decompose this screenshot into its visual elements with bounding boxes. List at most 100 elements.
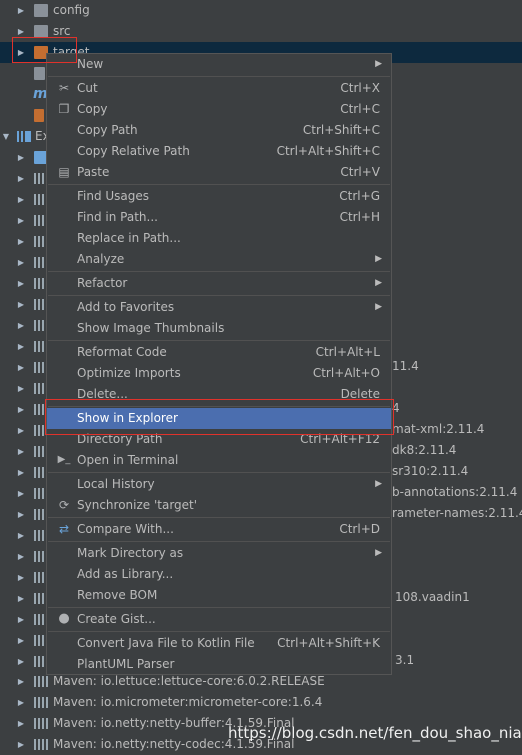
expand-arrow-icon[interactable]: ▶ — [15, 546, 27, 567]
expand-arrow-icon[interactable]: ▶ — [15, 273, 27, 294]
library-name-fragment: 11.4 — [392, 359, 419, 373]
menu-separator — [48, 295, 390, 296]
menu-item-replace-in-path[interactable]: Replace in Path... — [47, 228, 391, 249]
collapse-arrow-icon[interactable]: ▼ — [0, 126, 12, 147]
library-icon — [34, 739, 48, 750]
menu-item-remove-bom[interactable]: Remove BOM — [47, 585, 391, 606]
submenu-arrow-icon: ▶ — [375, 59, 382, 69]
menu-separator — [48, 631, 390, 632]
submenu-arrow-icon: ▶ — [375, 302, 382, 312]
expand-arrow-icon[interactable]: ▶ — [15, 692, 27, 713]
menu-separator — [48, 607, 390, 608]
submenu-arrow-icon: ▶ — [375, 548, 382, 558]
tree-row-maven-lib[interactable]: ▶ Maven: io.micrometer:micrometer-core:1… — [0, 692, 522, 713]
menu-item-show-image-thumbnails[interactable]: Show Image Thumbnails — [47, 318, 391, 339]
menu-item-delete[interactable]: Delete... Delete — [47, 384, 391, 405]
menu-item-add-as-library[interactable]: Add as Library... — [47, 564, 391, 585]
submenu-arrow-icon: ▶ — [375, 278, 382, 288]
menu-item-local-history[interactable]: Local History ▶ — [47, 474, 391, 495]
menu-item-refactor[interactable]: Refactor ▶ — [47, 273, 391, 294]
tree-row-src[interactable]: ▶ src — [0, 21, 522, 42]
menu-item-mark-directory-as[interactable]: Mark Directory as ▶ — [47, 543, 391, 564]
library-name-fragment: mat-xml:2.11.4 — [392, 422, 485, 436]
expand-arrow-icon[interactable]: ▶ — [15, 462, 27, 483]
expand-arrow-icon[interactable]: ▶ — [15, 734, 27, 755]
github-icon: ● — [58, 611, 70, 626]
menu-separator — [48, 340, 390, 341]
library-name-fragment: b-annotations:2.11.4 — [392, 485, 518, 499]
menu-item-paste[interactable]: ▤ Paste Ctrl+V — [47, 162, 391, 183]
menu-item-copy-relative-path[interactable]: Copy Relative Path Ctrl+Alt+Shift+C — [47, 141, 391, 162]
expand-arrow-icon[interactable]: ▶ — [15, 567, 27, 588]
menu-separator — [48, 271, 390, 272]
expand-arrow-icon[interactable]: ▶ — [15, 210, 27, 231]
expand-arrow-icon[interactable]: ▶ — [15, 609, 27, 630]
expand-arrow-icon[interactable]: ▶ — [15, 399, 27, 420]
expand-arrow-icon[interactable]: ▶ — [15, 651, 27, 672]
expand-arrow-icon[interactable]: ▶ — [15, 630, 27, 651]
menu-item-open-in-terminal[interactable]: ▶_ Open in Terminal — [47, 450, 391, 471]
expand-arrow-icon[interactable]: ▶ — [15, 671, 27, 692]
menu-item-directory-path[interactable]: Directory Path Ctrl+Alt+F12 — [47, 429, 391, 450]
expand-arrow-icon[interactable]: ▶ — [15, 378, 27, 399]
expand-arrow-icon[interactable]: ▶ — [15, 525, 27, 546]
menu-item-copy[interactable]: ❐ Copy Ctrl+C — [47, 99, 391, 120]
menu-item-show-in-explorer[interactable]: Show in Explorer — [47, 408, 391, 429]
expand-arrow-icon[interactable]: ▶ — [15, 504, 27, 525]
expand-arrow-icon[interactable]: ▶ — [15, 315, 27, 336]
menu-item-create-gist[interactable]: ● Create Gist... — [47, 609, 391, 630]
library-name-fragment: 3.1 — [395, 653, 415, 667]
submenu-arrow-icon: ▶ — [375, 479, 382, 489]
expand-arrow-icon[interactable]: ▶ — [15, 252, 27, 273]
sync-icon: ⟳ — [58, 498, 70, 512]
expand-arrow-icon[interactable]: ▶ — [15, 420, 27, 441]
menu-separator — [48, 76, 390, 77]
menu-item-compare-with[interactable]: ⇄ Compare With... Ctrl+D — [47, 519, 391, 540]
terminal-icon: ▶_ — [57, 454, 71, 465]
menu-separator — [48, 517, 390, 518]
folder-icon — [34, 25, 48, 38]
expand-arrow-icon[interactable]: ▶ — [15, 441, 27, 462]
menu-item-plantuml-parser[interactable]: PlantUML Parser — [47, 654, 391, 675]
library-icon — [34, 697, 48, 708]
menu-item-new[interactable]: New ▶ — [47, 54, 391, 75]
expand-arrow-icon[interactable]: ▶ — [15, 294, 27, 315]
package-icon — [34, 109, 44, 122]
libraries-icon — [17, 131, 31, 142]
expand-arrow-icon[interactable]: ▶ — [15, 713, 27, 734]
library-name-fragment: sr310:2.11.4 — [392, 464, 469, 478]
menu-item-add-to-favorites[interactable]: Add to Favorites ▶ — [47, 297, 391, 318]
menu-item-analyze[interactable]: Analyze ▶ — [47, 249, 391, 270]
expand-arrow-icon[interactable]: ▶ — [15, 189, 27, 210]
context-menu: New ▶ ✂ Cut Ctrl+X ❐ Copy Ctrl+C Copy Path Ctr… — [46, 53, 392, 675]
expand-arrow-icon[interactable]: ▶ — [15, 21, 27, 42]
menu-separator — [48, 541, 390, 542]
expand-arrow-icon[interactable]: ▶ — [15, 483, 27, 504]
tree-row-config[interactable]: ▶ config — [0, 0, 522, 21]
file-icon — [34, 67, 45, 80]
copy-icon: ❐ — [58, 102, 70, 116]
expand-arrow-icon[interactable]: ▶ — [15, 231, 27, 252]
menu-item-find-usages[interactable]: Find Usages Ctrl+G — [47, 186, 391, 207]
menu-item-reformat-code[interactable]: Reformat Code Ctrl+Alt+L — [47, 342, 391, 363]
expand-arrow-icon[interactable]: ▶ — [15, 588, 27, 609]
scissors-icon: ✂ — [58, 81, 70, 95]
menu-separator — [48, 184, 390, 185]
expand-arrow-icon[interactable]: ▶ — [15, 357, 27, 378]
menu-item-synchronize[interactable]: ⟳ Synchronize 'target' — [47, 495, 391, 516]
folder-icon — [34, 4, 48, 17]
menu-item-optimize-imports[interactable]: Optimize Imports Ctrl+Alt+O — [47, 363, 391, 384]
menu-item-convert-to-kotlin[interactable]: Convert Java File to Kotlin File Ctrl+Alt… — [47, 633, 391, 654]
expand-arrow-icon[interactable]: ▶ — [15, 168, 27, 189]
menu-item-copy-path[interactable]: Copy Path Ctrl+Shift+C — [47, 120, 391, 141]
menu-item-find-in-path[interactable]: Find in Path... Ctrl+H — [47, 207, 391, 228]
library-name-fragment: rameter-names:2.11.4 — [392, 506, 522, 520]
submenu-arrow-icon: ▶ — [375, 254, 382, 264]
library-icon — [34, 676, 48, 687]
expand-arrow-icon[interactable]: ▶ — [15, 336, 27, 357]
expand-arrow-icon[interactable]: ▶ — [15, 42, 27, 63]
expand-arrow-icon[interactable]: ▶ — [15, 0, 27, 21]
watermark: https://blog.csdn.net/fen_dou_shao_nian — [228, 724, 522, 742]
expand-arrow-icon[interactable]: ▶ — [15, 147, 27, 168]
menu-item-cut[interactable]: ✂ Cut Ctrl+X — [47, 78, 391, 99]
